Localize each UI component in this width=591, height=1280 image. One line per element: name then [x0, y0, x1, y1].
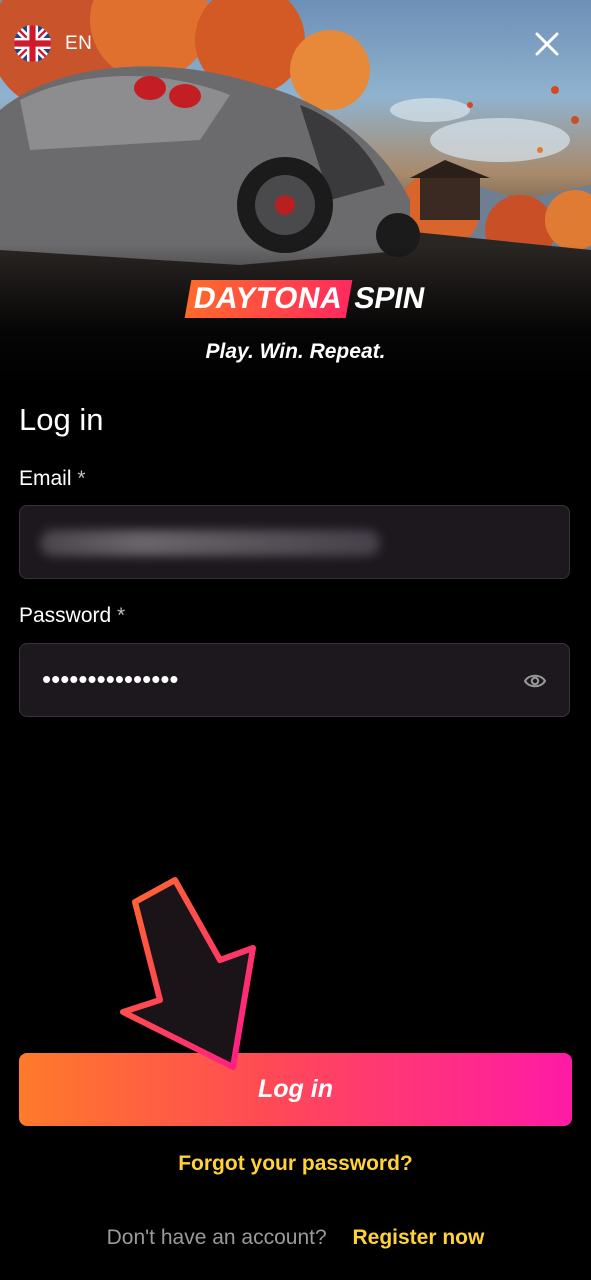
password-field[interactable]: ••••••••••••••• [19, 643, 570, 717]
language-selector[interactable]: EN [14, 25, 92, 62]
page-title: Log in [19, 402, 104, 437]
password-label-text: Password [19, 604, 112, 627]
email-label: Email * [19, 467, 86, 491]
login-button[interactable]: Log in [19, 1053, 572, 1126]
uk-flag-icon [14, 25, 51, 62]
brand-logo-part1: DAYTONA [184, 280, 352, 318]
register-prompt: Don't have an account? Register now [0, 1226, 591, 1250]
no-account-text: Don't have an account? [106, 1226, 327, 1249]
forgot-password-link[interactable]: Forgot your password? [0, 1152, 591, 1176]
brand-logo-part2: SPIN [351, 282, 428, 315]
email-label-text: Email [19, 467, 72, 490]
pointer-arrow-icon [120, 877, 256, 1070]
register-link[interactable]: Register now [352, 1226, 484, 1249]
required-mark: * [117, 604, 126, 627]
eye-icon[interactable] [523, 670, 547, 692]
close-icon[interactable] [531, 28, 563, 60]
required-mark: * [77, 467, 86, 490]
password-value: ••••••••••••••• [42, 664, 179, 694]
email-value-redacted [40, 530, 380, 556]
tagline: Play. Win. Repeat. [205, 340, 386, 363]
language-code: EN [65, 32, 93, 54]
email-field[interactable] [19, 505, 570, 579]
password-label: Password * [19, 604, 125, 628]
brand-logo: DAYTONA SPIN [184, 280, 428, 318]
